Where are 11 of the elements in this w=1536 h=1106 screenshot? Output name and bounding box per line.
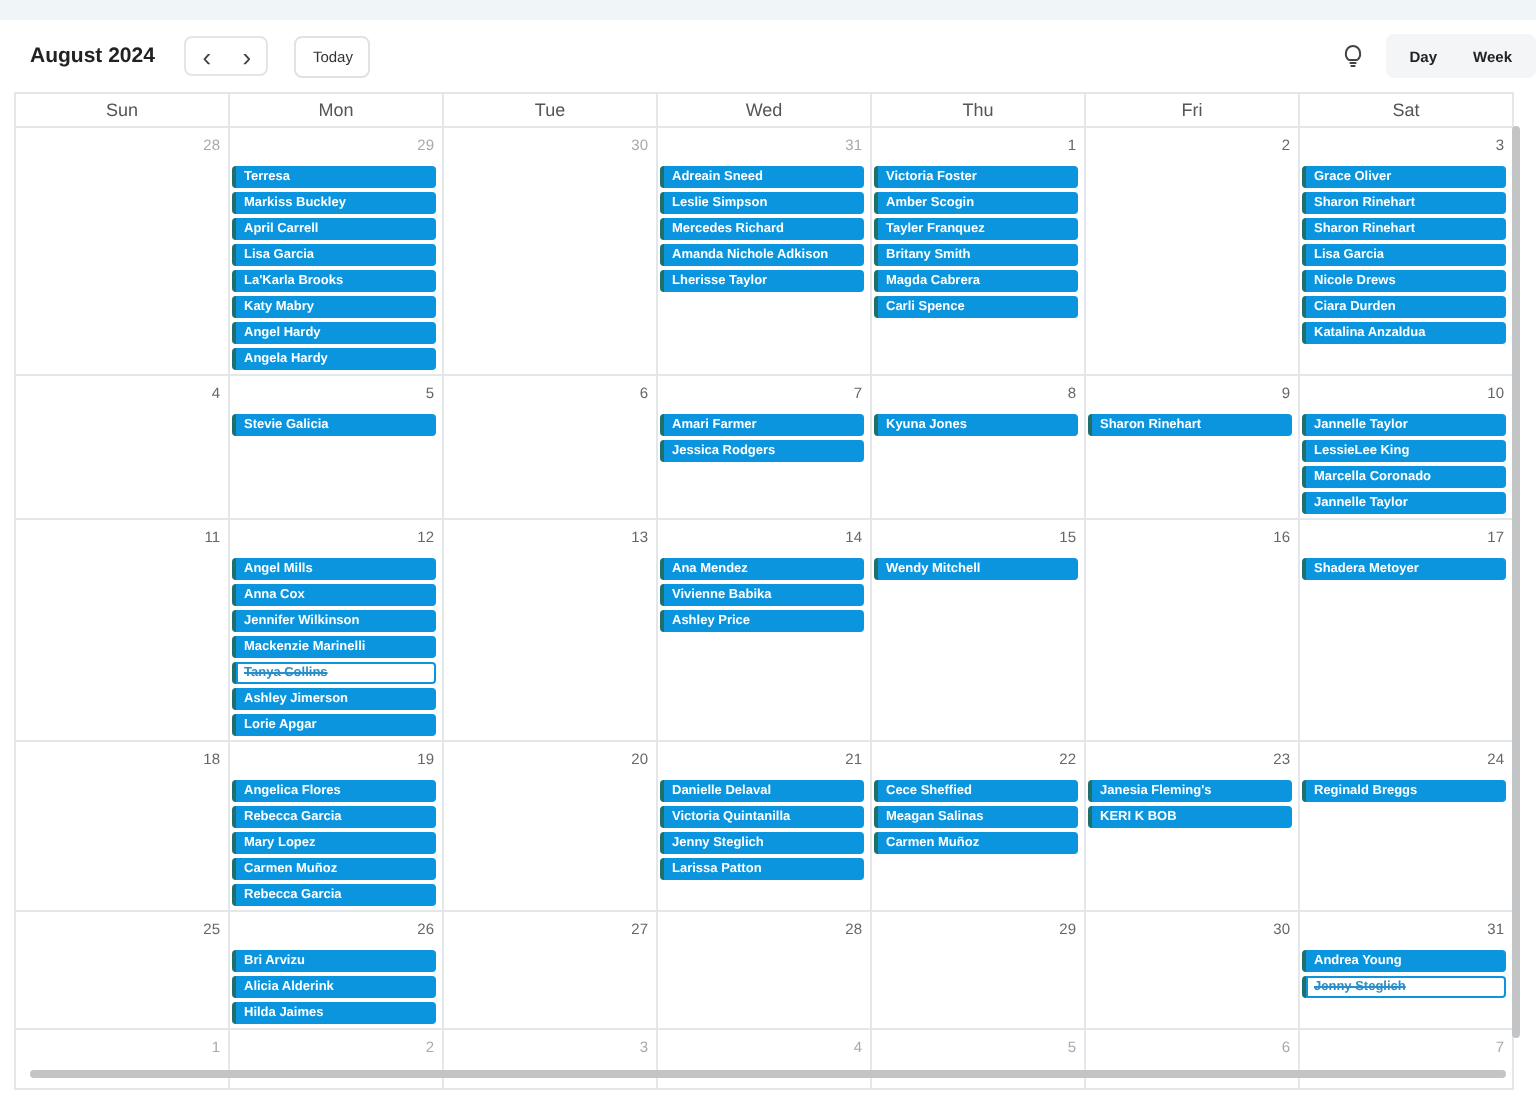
- weekday-header: Sat: [1300, 94, 1514, 128]
- weekday-header: Tue: [444, 94, 658, 128]
- weekday-header: Sun: [16, 94, 230, 128]
- weekday-header: Thu: [872, 94, 1086, 128]
- weekday-header: Mon: [230, 94, 444, 128]
- horizontal-scrollbar[interactable]: [30, 1070, 1506, 1078]
- lightbulb-icon[interactable]: [1341, 44, 1364, 68]
- vertical-scrollbar[interactable]: [1512, 126, 1520, 1038]
- month-title: August 2024: [30, 44, 155, 68]
- weekday-header: Fri: [1086, 94, 1300, 128]
- weekday-header: Wed: [658, 94, 872, 128]
